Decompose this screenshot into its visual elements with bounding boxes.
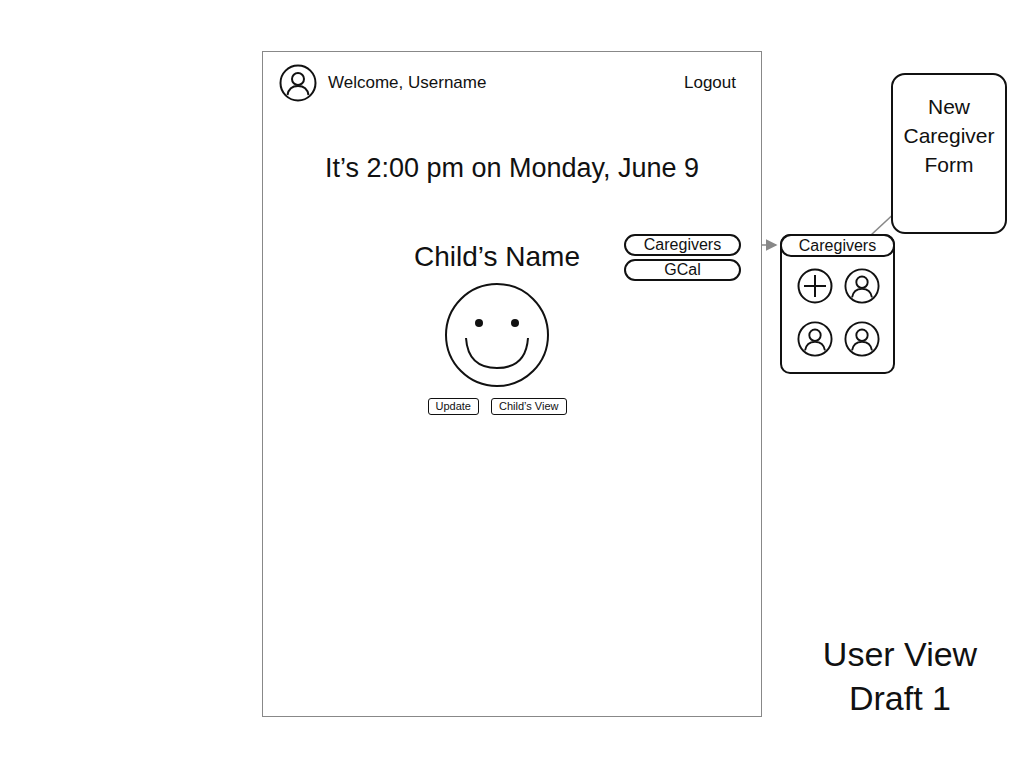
side-menu: Caregivers GCal [624, 234, 741, 281]
phone-frame: Welcome, Username Logout It’s 2:00 pm on… [262, 51, 762, 717]
child-button[interactable]: Child’s View [491, 398, 567, 415]
caregivers-panel: Caregivers [780, 234, 895, 374]
welcome-text: Welcome, Username [328, 73, 486, 93]
caregiver-icon[interactable] [844, 268, 880, 304]
logout-link[interactable]: Logout [684, 73, 736, 93]
child-name: Child’s Name [414, 240, 580, 274]
menu-pill[interactable]: Caregivers [624, 234, 741, 256]
wireframe-canvas: Welcome, Username Logout It’s 2:00 pm on… [0, 0, 1024, 768]
header: Welcome, Username Logout [263, 52, 761, 102]
child-buttons: Update Child’s View [428, 398, 567, 415]
form-title: New Caregiver Form [903, 95, 994, 176]
smiley-icon [444, 282, 550, 388]
draft-label: User View Draft 1 [800, 632, 1000, 720]
menu-pill[interactable]: GCal [624, 259, 741, 281]
caregiver-icon[interactable] [844, 321, 880, 357]
caregivers-title: Caregivers [780, 234, 895, 257]
datetime: It’s 2:00 pm on Monday, June 9 [263, 152, 761, 184]
new-caregiver-form: New Caregiver Form [891, 73, 1007, 234]
child-button[interactable]: Update [428, 398, 479, 415]
caregiver-icon[interactable] [797, 321, 833, 357]
user-icon[interactable] [279, 64, 317, 102]
add-icon[interactable] [797, 268, 833, 304]
